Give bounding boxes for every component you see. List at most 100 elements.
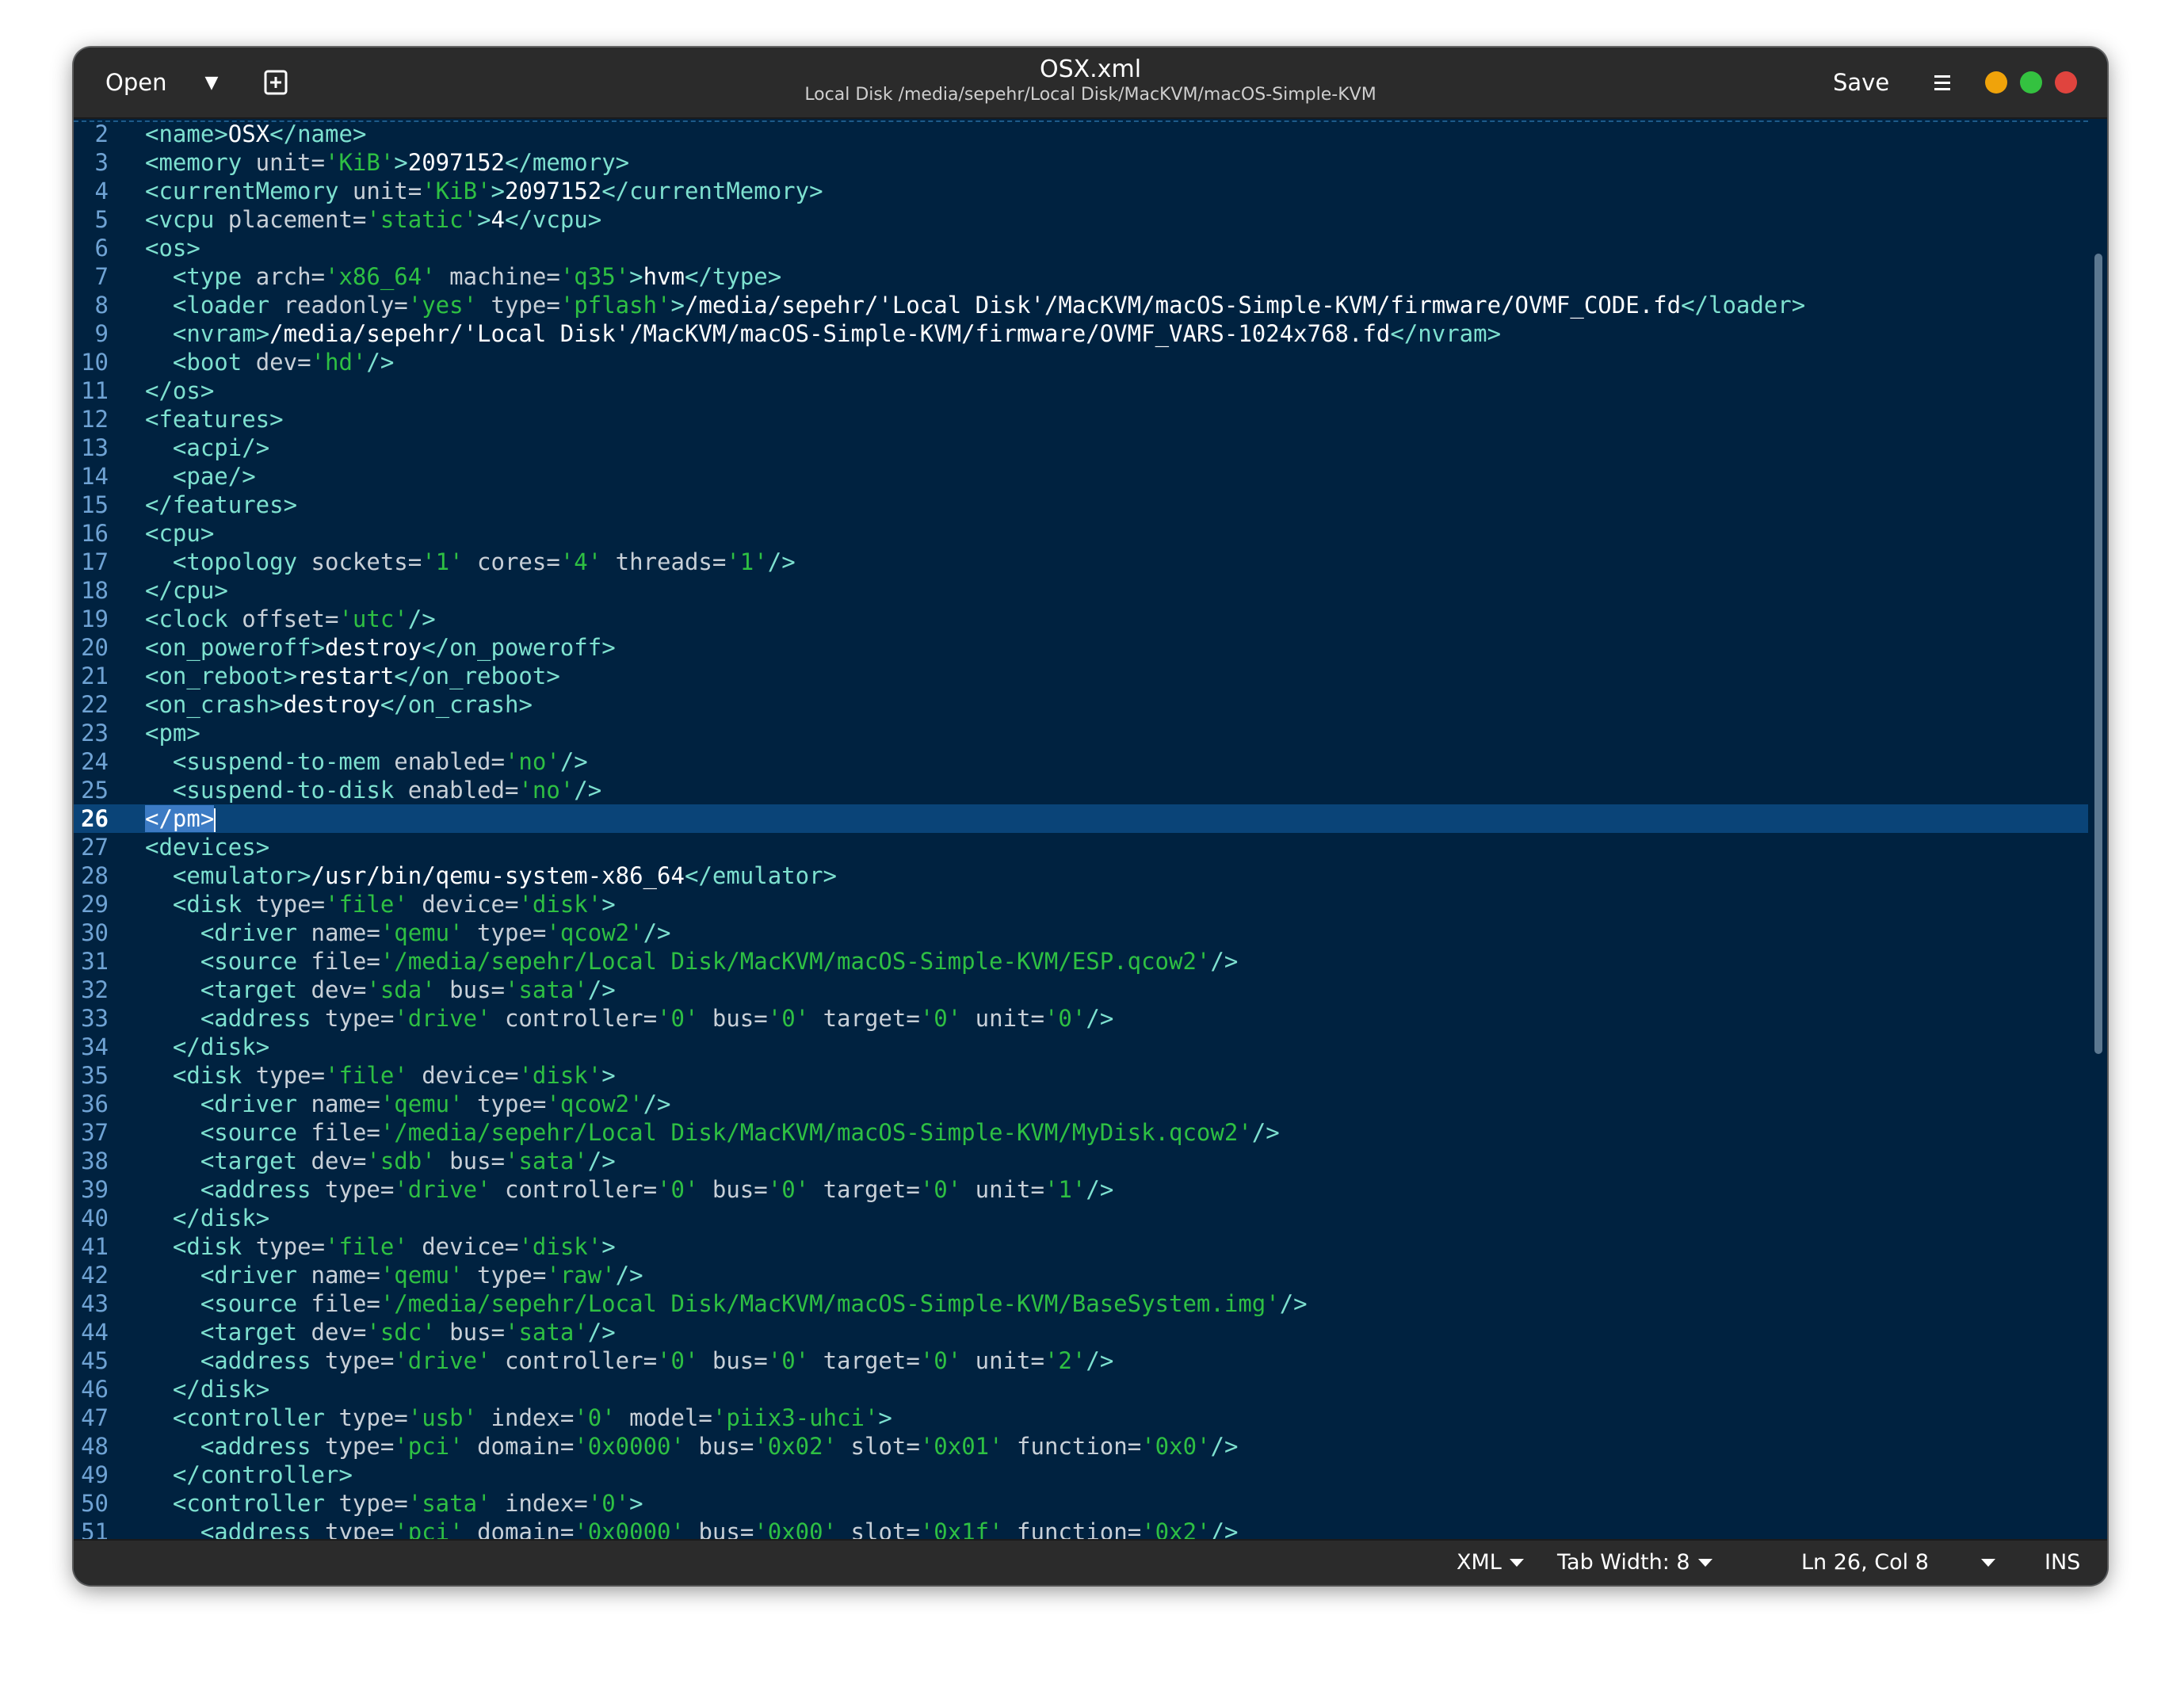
code-text: <source file='/media/sepehr/Local Disk/M… xyxy=(200,1290,1308,1317)
code-text: <currentMemory unit='KiB'>2097152</curre… xyxy=(145,178,823,204)
code-line[interactable]: 11 </os> xyxy=(74,376,2088,405)
code-line[interactable]: 19 <clock offset='utc'/> xyxy=(74,605,2088,633)
code-line[interactable]: 42 <driver name='qemu' type='raw'/> xyxy=(74,1261,2088,1289)
code-line[interactable]: 41 <disk type='file' device='disk'> xyxy=(74,1232,2088,1261)
code-line[interactable]: 31 <source file='/media/sepehr/Local Dis… xyxy=(74,947,2088,976)
code-text: </disk> xyxy=(172,1205,270,1232)
code-line[interactable]: 23 <pm> xyxy=(74,719,2088,747)
code-text: </controller> xyxy=(172,1461,353,1488)
code-line[interactable]: 18 </cpu> xyxy=(74,576,2088,605)
hamburger-menu-icon[interactable] xyxy=(1928,68,1957,97)
code-line[interactable]: 8 <loader readonly='yes' type='pflash'>/… xyxy=(74,291,2088,319)
line-number: 27 xyxy=(81,834,109,861)
save-button[interactable]: Save xyxy=(1833,63,1889,101)
code-text: <target dev='sda' bus='sata'/> xyxy=(200,976,616,1003)
line-number: 6 xyxy=(94,235,109,262)
code-line[interactable]: 13 <acpi/> xyxy=(74,433,2088,462)
code-line[interactable]: 39 <address type='drive' controller='0' … xyxy=(74,1175,2088,1204)
line-number: 4 xyxy=(94,178,109,204)
code-text: <cpu> xyxy=(145,520,215,547)
tab-width-selector[interactable]: Tab Width: 8 xyxy=(1557,1547,1712,1579)
code-line[interactable]: 21 <on_reboot>restart</on_reboot> xyxy=(74,662,2088,690)
code-line[interactable]: 14 <pae/> xyxy=(74,462,2088,491)
code-line[interactable]: 28 <emulator>/usr/bin/qemu-system-x86_64… xyxy=(74,861,2088,890)
line-number: 5 xyxy=(94,206,109,233)
code-line[interactable]: 46 </disk> xyxy=(74,1375,2088,1403)
code-line[interactable]: 7 <type arch='x86_64' machine='q35'>hvm<… xyxy=(74,262,2088,291)
code-text: </pm> xyxy=(145,805,216,832)
code-line[interactable]: 37 <source file='/media/sepehr/Local Dis… xyxy=(74,1118,2088,1147)
code-text: <features> xyxy=(145,406,284,433)
code-line[interactable]: 38 <target dev='sdb' bus='sata'/> xyxy=(74,1147,2088,1175)
code-line[interactable]: 12 <features> xyxy=(74,405,2088,433)
line-number: 31 xyxy=(81,948,109,975)
code-line[interactable]: 30 <driver name='qemu' type='qcow2'/> xyxy=(74,918,2088,947)
code-line[interactable]: 44 <target dev='sdc' bus='sata'/> xyxy=(74,1318,2088,1346)
line-number: 40 xyxy=(81,1205,109,1232)
vertical-scrollbar[interactable] xyxy=(2094,254,2102,1054)
code-line[interactable]: 49 </controller> xyxy=(74,1461,2088,1489)
line-number: 11 xyxy=(81,377,109,404)
cursor-position[interactable]: Ln 26, Col 8 xyxy=(1801,1547,1929,1579)
code-text: <driver name='qemu' type='qcow2'/> xyxy=(200,919,671,946)
code-line[interactable]: 10 <boot dev='hd'/> xyxy=(74,348,2088,376)
code-line[interactable]: 25 <suspend-to-disk enabled='no'/> xyxy=(74,776,2088,804)
code-line[interactable]: 4 <currentMemory unit='KiB'>2097152</curr… xyxy=(74,177,2088,205)
code-line[interactable]: 17 <topology sockets='1' cores='4' threa… xyxy=(74,548,2088,576)
chevron-down-icon xyxy=(1697,1559,1712,1567)
code-line[interactable]: 50 <controller type='sata' index='0'> xyxy=(74,1489,2088,1518)
code-line[interactable]: 2 <name>OSX</name> xyxy=(74,120,2088,148)
insert-mode-indicator[interactable]: INS xyxy=(2045,1547,2080,1579)
maximize-button[interactable] xyxy=(2020,71,2042,94)
code-line[interactable]: 45 <address type='drive' controller='0' … xyxy=(74,1346,2088,1375)
code-text: <address type='drive' controller='0' bus… xyxy=(200,1005,1114,1032)
code-line[interactable]: 43 <source file='/media/sepehr/Local Dis… xyxy=(74,1289,2088,1318)
code-line[interactable]: 48 <address type='pci' domain='0x0000' b… xyxy=(74,1432,2088,1461)
line-number: 13 xyxy=(81,434,109,461)
code-text: <suspend-to-mem enabled='no'/> xyxy=(172,748,588,775)
line-number: 23 xyxy=(81,720,109,747)
code-line[interactable]: 5 <vcpu placement='static'>4</vcpu> xyxy=(74,205,2088,234)
line-number: 29 xyxy=(81,891,109,918)
line-number: 18 xyxy=(81,577,109,604)
line-number: 20 xyxy=(81,634,109,661)
line-number: 46 xyxy=(81,1376,109,1403)
line-number: 38 xyxy=(81,1148,109,1174)
code-line[interactable]: 32 <target dev='sda' bus='sata'/> xyxy=(74,976,2088,1004)
code-line[interactable]: 3 <memory unit='KiB'>2097152</memory> xyxy=(74,148,2088,177)
code-line[interactable]: 9 <nvram>/media/sepehr/'Local Disk'/MacK… xyxy=(74,319,2088,348)
code-text: <os> xyxy=(145,235,200,262)
line-number: 30 xyxy=(81,919,109,946)
code-line[interactable]: 29 <disk type='file' device='disk'> xyxy=(74,890,2088,918)
code-text: </os> xyxy=(145,377,215,404)
line-number: 8 xyxy=(94,292,109,319)
code-line[interactable]: 6 <os> xyxy=(74,234,2088,262)
position-menu-button[interactable] xyxy=(1981,1547,1995,1579)
line-number: 48 xyxy=(81,1433,109,1460)
code-text: <address type='pci' domain='0x0000' bus=… xyxy=(200,1433,1239,1460)
code-line[interactable]: 20 <on_poweroff>destroy</on_poweroff> xyxy=(74,633,2088,662)
code-line[interactable]: 40 </disk> xyxy=(74,1204,2088,1232)
code-line[interactable]: 15 </features> xyxy=(74,491,2088,519)
language-selector[interactable]: XML xyxy=(1457,1547,1524,1579)
code-line[interactable]: 33 <address type='drive' controller='0' … xyxy=(74,1004,2088,1033)
code-line[interactable]: 34 </disk> xyxy=(74,1033,2088,1061)
code-line[interactable]: 27 <devices> xyxy=(74,833,2088,861)
code-text: <controller type='sata' index='0'> xyxy=(172,1490,643,1517)
code-editor[interactable]: 2 <name>OSX</name> 3 <memory unit='KiB'>209… xyxy=(74,119,2107,1585)
minimize-button[interactable] xyxy=(1985,71,2007,94)
code-line[interactable]: 24 <suspend-to-mem enabled='no'/> xyxy=(74,747,2088,776)
line-number: 3 xyxy=(94,149,109,176)
code-line[interactable]: 22 <on_crash>destroy</on_crash> xyxy=(74,690,2088,719)
code-text: <topology sockets='1' cores='4' threads=… xyxy=(172,548,796,575)
code-line[interactable]: 16 <cpu> xyxy=(74,519,2088,548)
code-text: <source file='/media/sepehr/Local Disk/M… xyxy=(200,1119,1280,1146)
code-text: <disk type='file' device='disk'> xyxy=(172,891,616,918)
line-number: 28 xyxy=(81,862,109,889)
line-number: 24 xyxy=(81,748,109,775)
close-button[interactable] xyxy=(2055,71,2077,94)
code-line[interactable]: 47 <controller type='usb' index='0' mode… xyxy=(74,1403,2088,1432)
code-line[interactable]: 36 <driver name='qemu' type='qcow2'/> xyxy=(74,1090,2088,1118)
code-line[interactable]: 35 <disk type='file' device='disk'> xyxy=(74,1061,2088,1090)
code-line[interactable]: 26 </pm> xyxy=(74,804,2088,833)
